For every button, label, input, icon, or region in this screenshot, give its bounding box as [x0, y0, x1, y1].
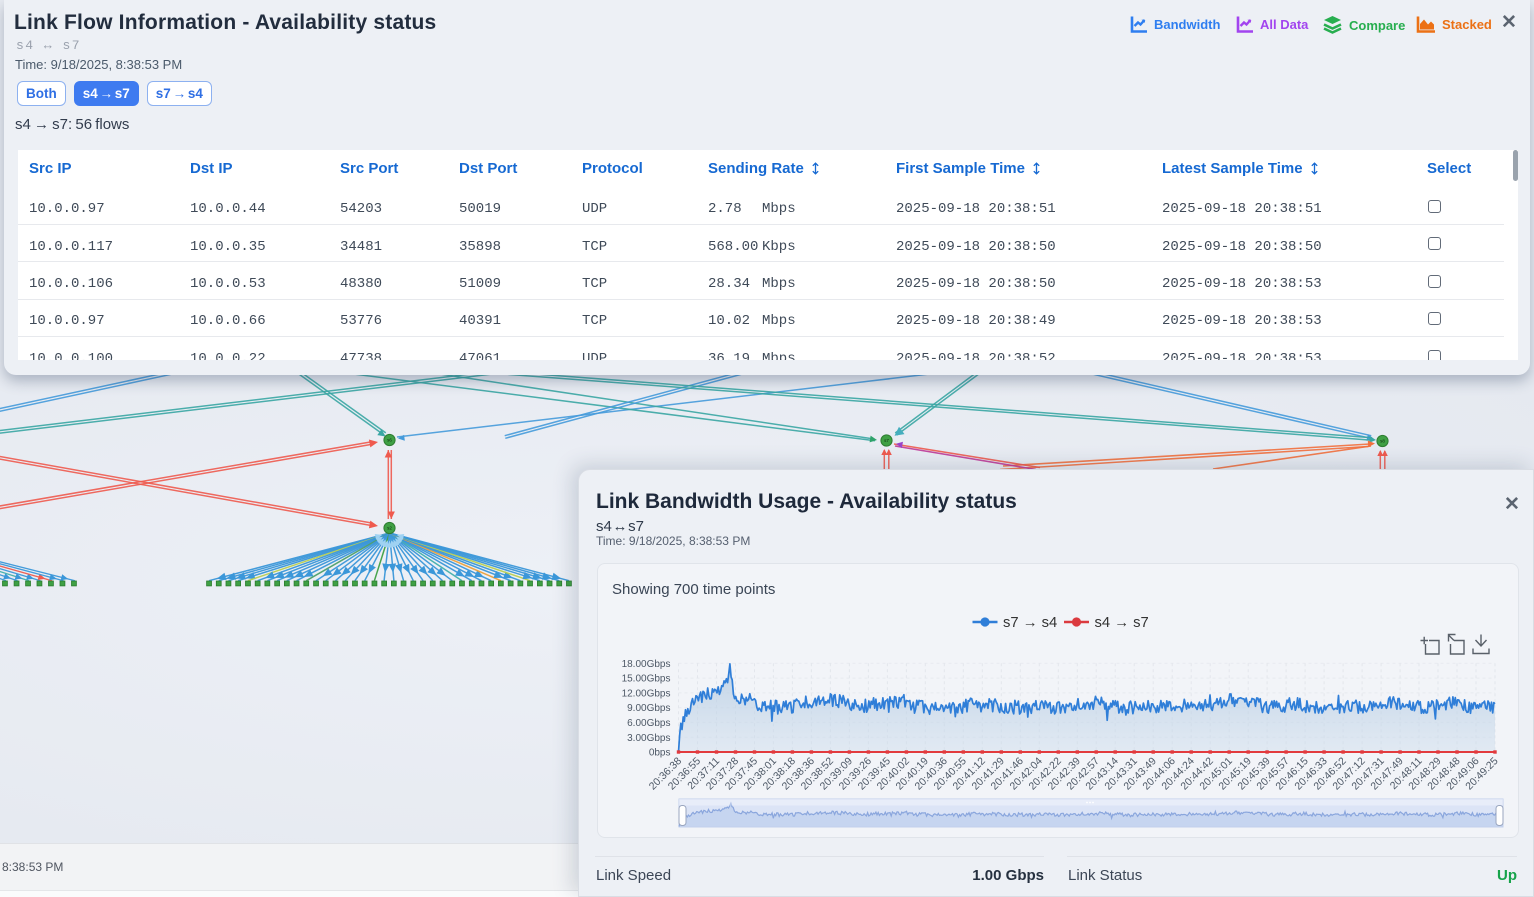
svg-text:s6: s6 — [387, 438, 392, 443]
svg-text:9.00Gbps: 9.00Gbps — [627, 703, 670, 714]
svg-text:12.00Gbps: 12.00Gbps — [622, 689, 671, 700]
svg-text:s4 → s7: s4 → s7 — [1095, 615, 1149, 631]
svg-text:s2: s2 — [387, 526, 392, 531]
svg-text:s8: s8 — [1380, 439, 1385, 444]
svg-text:15.00Gbps: 15.00Gbps — [622, 674, 671, 685]
svg-text:6.00Gbps: 6.00Gbps — [627, 718, 670, 729]
svg-text:s7 → s4: s7 → s4 — [1003, 615, 1057, 631]
svg-text:Showing 700 time points: Showing 700 time points — [612, 581, 775, 598]
svg-text:0bps: 0bps — [649, 748, 671, 759]
svg-text:3.00Gbps: 3.00Gbps — [627, 733, 670, 744]
svg-text:s7: s7 — [884, 438, 889, 443]
svg-text:18.00Gbps: 18.00Gbps — [622, 659, 671, 670]
